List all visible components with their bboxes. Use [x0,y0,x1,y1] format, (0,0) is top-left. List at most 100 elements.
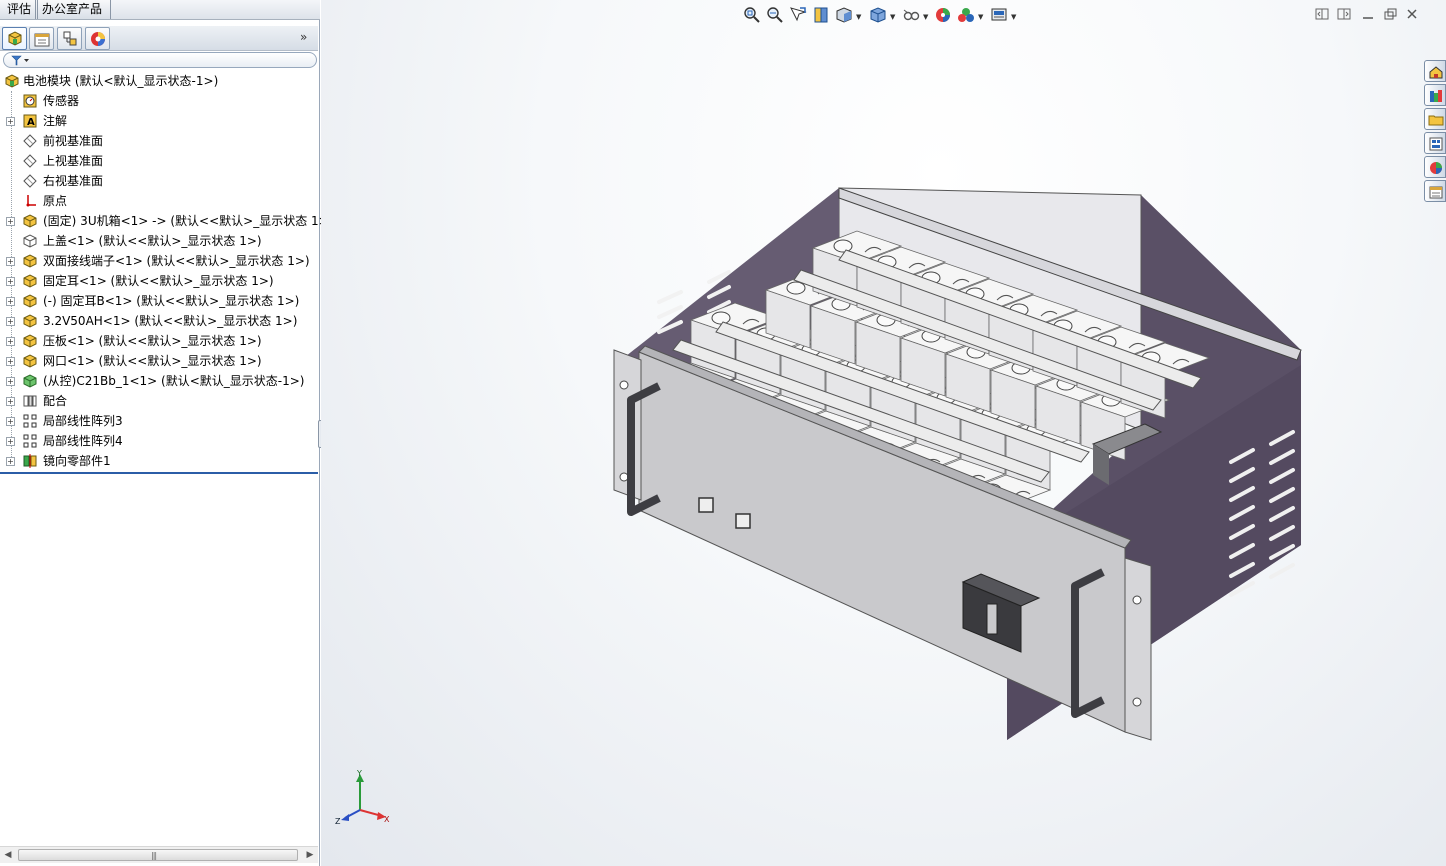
tree-item[interactable]: 传感器 [0,91,318,111]
apply-scene-icon[interactable] [956,5,976,25]
edit-appearance-icon[interactable] [933,5,953,25]
battery-module-model[interactable] [461,180,1341,750]
grip-icon: ||| [151,851,157,860]
tree-item[interactable]: +3.2V50AH<1> (默认<<默认>_显示状态 1>) [0,311,318,331]
tree-item-label: (固定) 3U机箱<1> -> (默认<<默认>_显示状态 1> [43,214,329,228]
expand-toggle-icon[interactable]: + [6,217,15,226]
tab-view-palette[interactable] [1424,132,1446,154]
expand-toggle-icon[interactable]: + [6,277,15,286]
tab-evaluate[interactable]: 评估 [0,0,36,19]
document-window-controls [1314,6,1424,22]
tab-office-products[interactable]: 办公室产品 [37,0,111,19]
ear-hole [1132,595,1142,605]
close-icon[interactable] [1404,6,1420,22]
tree-item[interactable]: + 镜向零部件1 [0,451,318,471]
tree-item[interactable]: 前视基准面 [0,131,318,151]
zoom-to-fit-icon[interactable] [742,5,762,25]
feature-tree-icon [8,31,22,46]
rollback-bar[interactable] [0,472,318,474]
reference-triad: Y X Z [335,770,390,826]
feature-filter-input[interactable] [3,52,317,68]
previous-view-icon[interactable] [788,5,808,25]
tree-item[interactable]: + A 注解 [0,111,318,131]
tab-custom-properties[interactable] [1424,180,1446,202]
expand-toggle-icon[interactable]: + [6,257,15,266]
tree-item[interactable]: + (固定) 3U机箱<1> -> (默认<<默认>_显示状态 1> [0,211,329,231]
subassembly-icon [23,354,37,368]
tab-configuration-manager[interactable] [57,27,82,50]
minimize-icon[interactable] [1360,6,1376,22]
tree-item[interactable]: 上盖<1> (默认<<默认>_显示状态 1>) [0,231,318,251]
expand-toggle-icon[interactable]: + [6,297,15,306]
scroll-left-icon[interactable]: ◀ [2,849,14,861]
scroll-thumb[interactable]: ||| [18,849,298,861]
tree-item[interactable]: + 压板<1> (默认<<默认>_显示状态 1>) [0,331,318,351]
expand-toggle-icon[interactable]: + [6,437,15,446]
tree-item-label: 传感器 [43,94,80,108]
expand-toggle-icon[interactable]: + [6,117,15,126]
expand-toggle-icon[interactable]: + [6,417,15,426]
graphics-area[interactable]: ▼ ▼ ▼ ▼ ▼ Y X Z [321,0,1446,866]
tab-feature-tree[interactable] [2,27,27,50]
subassembly-icon [23,254,37,268]
chevron-down-icon[interactable]: ▼ [1011,13,1016,21]
section-view-icon[interactable] [811,5,831,25]
expand-toggle-icon[interactable]: + [6,317,15,326]
sensor-icon [23,94,37,108]
task-pane-tabs [1422,60,1446,206]
subassembly-icon [23,214,37,228]
expand-toggle-icon[interactable]: + [6,457,15,466]
tree-item[interactable]: + 局部线性阵列3 [0,411,318,431]
mates-icon [23,395,37,407]
expand-toggle-icon[interactable]: + [6,357,15,366]
tab-solidworks-resources[interactable] [1424,60,1446,82]
linear-pattern-icon [23,434,37,448]
tree-item[interactable]: 上视基准面 [0,151,318,171]
hide-show-items-icon[interactable] [901,5,921,25]
chevron-down-icon[interactable]: ▼ [923,13,928,21]
plane-icon [23,134,37,148]
tree-item[interactable]: + 固定耳<1> (默认<<默认>_显示状态 1>) [0,271,318,291]
tree-item[interactable]: + 网口<1> (默认<<默认>_显示状态 1>) [0,351,318,371]
custom-properties-icon [1429,186,1443,199]
ear-hole [619,380,629,390]
property-manager-icon [34,33,50,47]
horizontal-scrollbar[interactable]: ◀ ||| ▶ [0,846,318,863]
tree-item-label: (-) 固定耳B<1> (默认<<默认>_显示状态 1>) [43,294,300,308]
tab-design-library[interactable] [1424,84,1446,106]
expand-toggle-icon[interactable]: + [6,377,15,386]
tree-item-label: (从控)C21Bb_1<1> (默认<默认_显示状态-1>) [43,374,305,388]
expand-toggle-icon[interactable]: + [6,337,15,346]
view-settings-icon[interactable] [989,5,1009,25]
tree-item-label: 电池模块 (默认<默认_显示状态-1>) [23,74,219,88]
view-palette-icon [1429,137,1443,151]
expand-toggle-icon[interactable]: + [6,397,15,406]
chevron-down-icon[interactable]: ▼ [978,13,983,21]
chevron-down-icon[interactable]: ▼ [856,13,861,21]
tab-appearances[interactable] [1424,156,1446,178]
view-orientation-icon[interactable] [834,5,854,25]
tree-item[interactable]: 右视基准面 [0,171,318,191]
tree-item-label: 镜向零部件1 [43,454,111,468]
chevron-down-icon[interactable]: ▼ [890,13,895,21]
scroll-right-icon[interactable]: ▶ [304,849,316,861]
tree-item[interactable]: 原点 [0,191,318,211]
display-manager-icon [91,32,105,46]
x-axis-label: X [384,815,390,824]
tree-item[interactable]: + 局部线性阵列4 [0,431,318,451]
tree-item[interactable]: 电池模块 (默认<默认_显示状态-1>) [0,71,318,91]
tree-item[interactable]: + (-) 固定耳B<1> (默认<<默认>_显示状态 1>) [0,291,318,311]
tree-item[interactable]: + 双面接线端子<1> (默认<<默认>_显示状态 1>) [0,251,318,271]
tab-property-manager[interactable] [29,27,54,50]
tab-file-explorer[interactable] [1424,108,1446,130]
restore-icon[interactable] [1382,6,1398,22]
tree-item[interactable]: + 配合 [0,391,318,411]
expand-panel-button[interactable]: » [300,30,312,44]
tab-display-manager[interactable] [85,27,110,50]
zoom-to-area-icon[interactable] [765,5,785,25]
tree-item[interactable]: + (从控)C21Bb_1<1> (默认<默认_显示状态-1>) [0,371,318,391]
display-style-icon[interactable] [868,5,888,25]
tile-left-icon[interactable] [1314,6,1330,22]
tree-item-label: 原点 [43,194,68,208]
tile-right-icon[interactable] [1336,6,1352,22]
